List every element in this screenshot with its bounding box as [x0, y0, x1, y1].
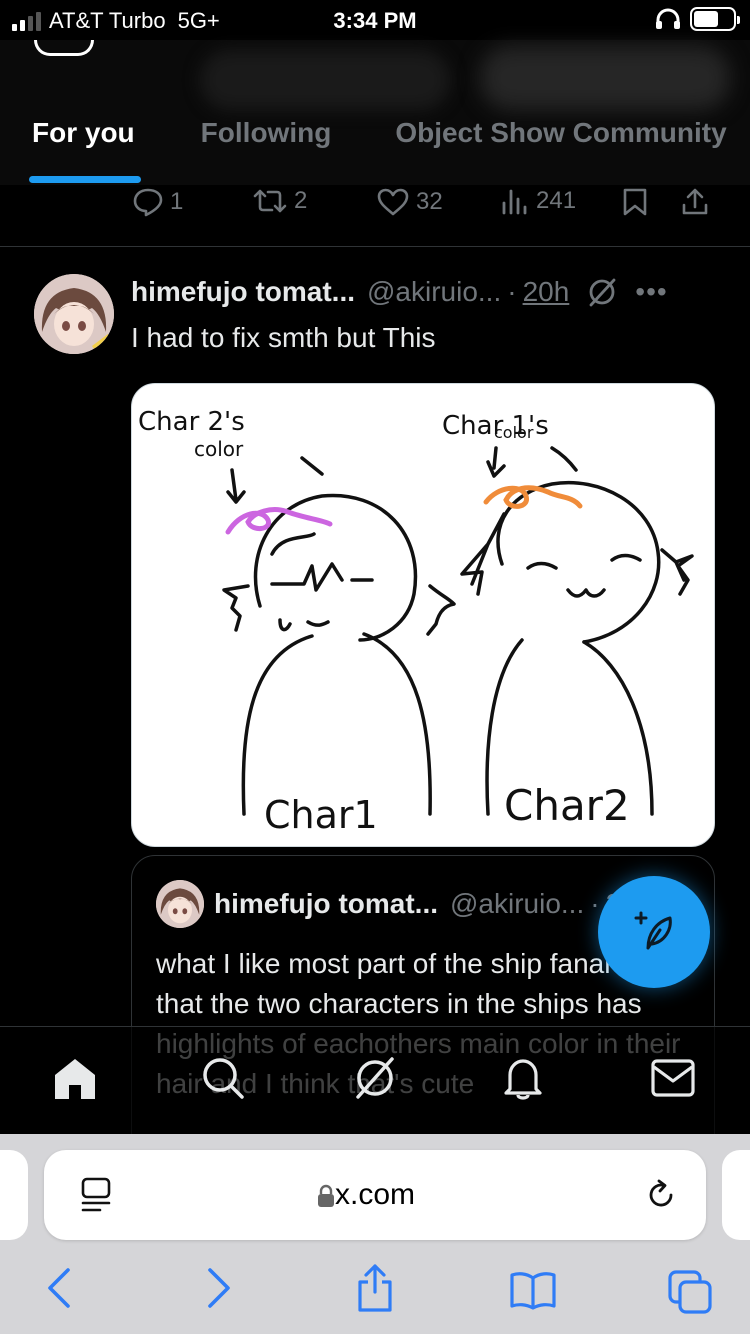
- author-name[interactable]: himefujo tomat...: [131, 276, 355, 308]
- quoted-author-handle: @akiruio...: [450, 888, 585, 919]
- quoted-author-avatar: [156, 880, 204, 928]
- char1-color-sublabel: color: [494, 423, 534, 442]
- reply-count: 1: [170, 188, 184, 215]
- profile-avatar[interactable]: [34, 40, 94, 56]
- share-button[interactable]: [354, 1262, 396, 1319]
- quoted-post-header: himefujo tomat... @akiruio... · 20h: [214, 888, 652, 920]
- status-time: 3:34 PM: [333, 8, 417, 33]
- browser-chrome: x.com: [0, 1134, 750, 1334]
- tab-label: Following: [200, 117, 332, 148]
- nav-messages[interactable]: [650, 1055, 696, 1106]
- battery-icon: [690, 7, 740, 31]
- char2-color-sublabel: color: [194, 437, 244, 461]
- status-bar: AT&T Turbo 5G+ 3:34 PM: [0, 0, 750, 40]
- like-button[interactable]: 32: [376, 187, 443, 217]
- tab-label: For you: [32, 117, 135, 148]
- next-tab-card[interactable]: [722, 1150, 750, 1240]
- active-tab-indicator: [29, 176, 141, 183]
- views-icon: [502, 189, 527, 215]
- top-header: For you Following Object Show Community: [0, 40, 750, 185]
- bookmarks-button[interactable]: [508, 1270, 558, 1315]
- tab-label: Object Show Community: [395, 117, 727, 148]
- tabs-button[interactable]: [666, 1268, 714, 1321]
- reply-button[interactable]: 1: [132, 187, 183, 217]
- forward-button[interactable]: [204, 1266, 234, 1315]
- back-button[interactable]: [44, 1266, 74, 1315]
- bookmark-button[interactable]: [622, 187, 648, 217]
- post-header: himefujo tomat... @akiruio... · 20h •••: [131, 276, 731, 308]
- character-drawing: Char 2's color Char 1's color Char1 Char…: [138, 407, 694, 837]
- quoted-author-name: himefujo tomat...: [214, 888, 438, 919]
- bottom-navigation: [0, 1026, 750, 1134]
- address-bar[interactable]: x.com: [44, 1150, 706, 1240]
- author-handle[interactable]: @akiruio...: [367, 276, 501, 308]
- previous-tab-card[interactable]: [0, 1150, 28, 1240]
- grok-icon[interactable]: [587, 277, 617, 307]
- repost-count: 2: [294, 187, 308, 214]
- reload-icon[interactable]: [644, 1178, 678, 1212]
- view-count: 241: [536, 187, 577, 214]
- author-avatar[interactable]: [34, 274, 114, 354]
- repost-button[interactable]: 2: [252, 187, 307, 215]
- blurred-region: [480, 46, 730, 110]
- grok-icon: [356, 1057, 394, 1099]
- nav-notifications[interactable]: [500, 1055, 546, 1106]
- home-icon: [55, 1059, 95, 1099]
- separator-dot: ·: [590, 888, 600, 919]
- tab-following[interactable]: Following: [201, 110, 332, 185]
- char2-name-label: Char2: [504, 781, 630, 830]
- notifications-icon: [504, 1059, 542, 1100]
- compose-button[interactable]: [598, 876, 710, 988]
- post-image[interactable]: Char 2's color Char 1's color Char1 Char…: [131, 383, 715, 847]
- share-icon: [358, 1264, 392, 1312]
- separator-dot: ·: [507, 276, 517, 307]
- char2-color-label: Char 2's: [138, 407, 245, 437]
- nav-home[interactable]: [52, 1055, 98, 1106]
- nav-search[interactable]: [200, 1055, 246, 1106]
- bookmarks-icon: [510, 1272, 556, 1310]
- compose-icon: [634, 911, 672, 950]
- back-icon: [48, 1268, 70, 1308]
- like-count: 32: [416, 188, 443, 215]
- post-time[interactable]: 20h: [523, 276, 570, 308]
- heart-icon: [377, 188, 409, 216]
- url-text: x.com: [334, 1178, 415, 1211]
- previous-post-actions: 1 2 32 241: [0, 185, 750, 247]
- feed-tabs: For you Following Object Show Community: [0, 110, 750, 185]
- forward-icon: [208, 1268, 230, 1308]
- nav-grok[interactable]: [352, 1055, 398, 1106]
- reply-icon: [133, 188, 163, 217]
- bookmark-icon: [623, 188, 647, 216]
- search-icon: [203, 1058, 244, 1099]
- tab-object-show-community[interactable]: Object Show Community: [395, 110, 726, 185]
- messages-icon: [651, 1059, 695, 1097]
- share-icon: [682, 188, 708, 215]
- tabs-icon: [668, 1270, 712, 1314]
- post-text: I had to fix smth but This: [131, 322, 436, 353]
- share-button[interactable]: [680, 187, 710, 217]
- repost-icon: [253, 189, 287, 213]
- more-options-icon[interactable]: •••: [635, 276, 667, 308]
- headphones-icon: [656, 8, 680, 29]
- tab-for-you[interactable]: For you: [29, 110, 141, 185]
- blurred-region: [200, 50, 450, 110]
- views-button[interactable]: 241: [500, 187, 576, 215]
- char1-name-label: Char1: [264, 793, 378, 837]
